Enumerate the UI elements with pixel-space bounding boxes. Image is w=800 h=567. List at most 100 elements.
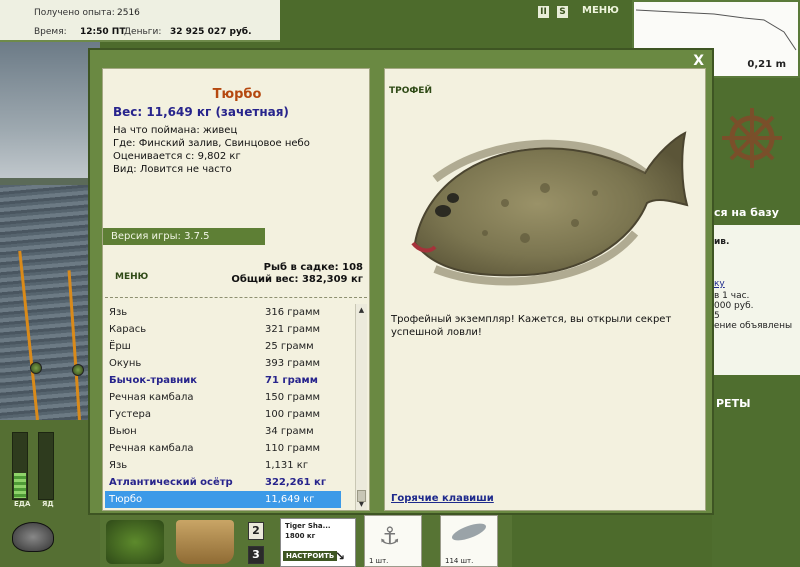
tackle-weight: 1800 кг: [285, 532, 316, 540]
list-item[interactable]: Бычок-травник 71 грамм: [105, 372, 341, 389]
fish-item-weight: 34 грамм: [265, 426, 314, 437]
catch-location: Где: Финский залив, Свинцовое небо: [113, 138, 310, 149]
divider: [105, 297, 367, 298]
list-item[interactable]: Ёрш 25 грамм: [105, 338, 341, 355]
tackle-name: Tiger Sha...: [285, 522, 331, 530]
tackle-card[interactable]: Tiger Sha... 1800 кг НАСТРОИТЬ ↘: [280, 518, 356, 567]
fish-item-weight: 110 грамм: [265, 443, 321, 454]
list-item[interactable]: Карась 321 грамм: [105, 321, 341, 338]
poison-bar: [38, 432, 54, 500]
scroll-thumb[interactable]: [357, 490, 366, 502]
info-line: 000 руб.: [714, 301, 754, 311]
money-value: 32 925 027 руб.: [170, 27, 252, 37]
time-value: 12:50 ПТ: [80, 27, 126, 37]
bucket-icon[interactable]: [176, 520, 234, 564]
reel-icon: [30, 362, 42, 374]
fish-item-weight: 100 грамм: [265, 409, 321, 420]
food-label: ЕДА: [14, 500, 31, 508]
fish-item-weight: 150 грамм: [265, 392, 321, 403]
secrets-button[interactable]: РЕТЫ: [716, 397, 750, 410]
slot-2-button[interactable]: 2: [248, 522, 264, 540]
food-bar-fill: [14, 472, 26, 498]
fish-item-name: Карась: [109, 324, 147, 335]
close-button[interactable]: X: [693, 53, 704, 69]
fish-weight: Вес: 11,649 кг (зачетная): [113, 105, 289, 119]
trophy-panel: ТРОФЕЙ Трофейный экземпляр! Кажется, вы …: [384, 68, 706, 511]
hook-item[interactable]: ⚓ 1 шт.: [364, 515, 422, 567]
fish-item-name: Ёрш: [109, 341, 131, 352]
list-item[interactable]: Окунь 393 грамм: [105, 355, 341, 372]
depth-value: 0,21 m: [747, 59, 786, 70]
list-item[interactable]: Язь 1,131 кг: [105, 457, 341, 474]
fish-item-weight: 393 грамм: [265, 358, 321, 369]
fish-item-weight: 1,131 кг: [265, 460, 309, 471]
total-weight: Общий вес: 382,309 кг: [231, 274, 363, 285]
sky-scene: [0, 40, 100, 190]
valued-from: Оценивается с: 9,802 кг: [113, 151, 241, 162]
list-item[interactable]: Атлантический осётр 322,261 кг: [105, 474, 341, 491]
fish-info-dialog: X Тюрбо Вес: 11,649 кг (зачетная) На что…: [88, 48, 714, 515]
ship-wheel-icon: [722, 108, 782, 168]
fish-item-name: Густера: [109, 409, 151, 420]
caught-on: На что поймана: живец: [113, 125, 238, 136]
info-line: ение объявлены: [714, 321, 793, 331]
list-item[interactable]: Тюрбо 11,649 кг: [105, 491, 341, 508]
return-to-base-button[interactable]: ся на базу: [714, 206, 779, 219]
fish-kind: Вид: Ловится не часто: [113, 164, 232, 175]
cauldron-icon[interactable]: [12, 522, 54, 552]
fish-item-name: Речная камбала: [109, 443, 194, 454]
main-menu-button[interactable]: МЕНЮ: [582, 5, 619, 16]
poison-label: ЯД: [42, 500, 54, 508]
catch-list: Язь 316 грамм Карась 321 грамм Ёрш 25 грамм Ок…: [105, 304, 341, 510]
food-bar: [12, 432, 28, 500]
game-version: Версия игры: 3.7.5: [103, 228, 265, 245]
scroll-up-icon[interactable]: ▲: [356, 305, 367, 315]
money-label: Деньги:: [124, 27, 162, 37]
hook-icon: ⚓: [379, 522, 401, 550]
catch-list-scrollbar[interactable]: ▲ ▼: [355, 304, 367, 510]
info-line: ив.: [714, 237, 730, 247]
hud-panel: Получено опыта: 2516 Время: 12:50 ПТ Ден…: [0, 0, 280, 42]
top-toolbar: II S: [282, 0, 630, 40]
water-scene: [0, 185, 100, 420]
configure-button[interactable]: НАСТРОИТЬ: [283, 551, 338, 561]
hotkeys-link[interactable]: Горячие клавиши: [391, 493, 494, 504]
bait-fish-icon: [450, 520, 488, 544]
fish-item-name: Речная камбала: [109, 392, 194, 403]
fish-item-name: Вьюн: [109, 426, 137, 437]
pause-button[interactable]: II: [538, 6, 549, 18]
exp-value: 2516: [117, 8, 140, 18]
reel-icon: [72, 364, 84, 376]
fish-details-panel: Тюрбо Вес: 11,649 кг (зачетная) На что п…: [102, 68, 370, 511]
list-item[interactable]: Густера 100 грамм: [105, 406, 341, 423]
info-link[interactable]: ку: [714, 279, 725, 289]
bait-fish-item[interactable]: 114 шт.: [440, 515, 498, 567]
right-info-panel: ив. ку в 1 час. 000 руб. 5 ение объявлен…: [712, 225, 800, 375]
fish-item-name: Окунь: [109, 358, 142, 369]
trophy-message: Трофейный экземпляр! Кажется, вы открыли…: [391, 314, 672, 338]
fish-item-weight: 321 грамм: [265, 324, 321, 335]
sound-button[interactable]: S: [557, 6, 568, 18]
menu-button[interactable]: МЕНЮ: [115, 272, 148, 282]
item-count: 114 шт.: [445, 557, 474, 565]
list-item[interactable]: Вьюн 34 грамм: [105, 423, 341, 440]
slot-3-button[interactable]: 3: [248, 546, 264, 564]
fish-item-weight: 322,261 кг: [265, 477, 327, 488]
exp-label: Получено опыта:: [34, 8, 115, 18]
fish-item-name: Бычок-травник: [109, 375, 198, 386]
fish-item-name: Атлантический осётр: [109, 477, 233, 488]
fish-item-weight: 71 грамм: [265, 375, 318, 386]
fish-item-weight: 11,649 кг: [265, 494, 315, 505]
list-item[interactable]: Речная камбала 110 грамм: [105, 440, 341, 457]
fish-name: Тюрбо: [212, 87, 262, 102]
fish-item-name: Тюрбо: [109, 494, 143, 505]
item-count: 1 шт.: [369, 557, 389, 565]
keepnet-stats: Рыб в садке: 108 Общий вес: 382,309 кг: [231, 262, 363, 286]
info-line: 5: [714, 311, 720, 321]
fish-item-name: Язь: [109, 460, 128, 471]
turbot-image: [411, 131, 689, 286]
list-item[interactable]: Язь 316 грамм: [105, 304, 341, 321]
vegetable-basket-icon[interactable]: [106, 520, 164, 564]
list-item[interactable]: Речная камбала 150 грамм: [105, 389, 341, 406]
fish-count: Рыб в садке: 108: [263, 262, 363, 273]
